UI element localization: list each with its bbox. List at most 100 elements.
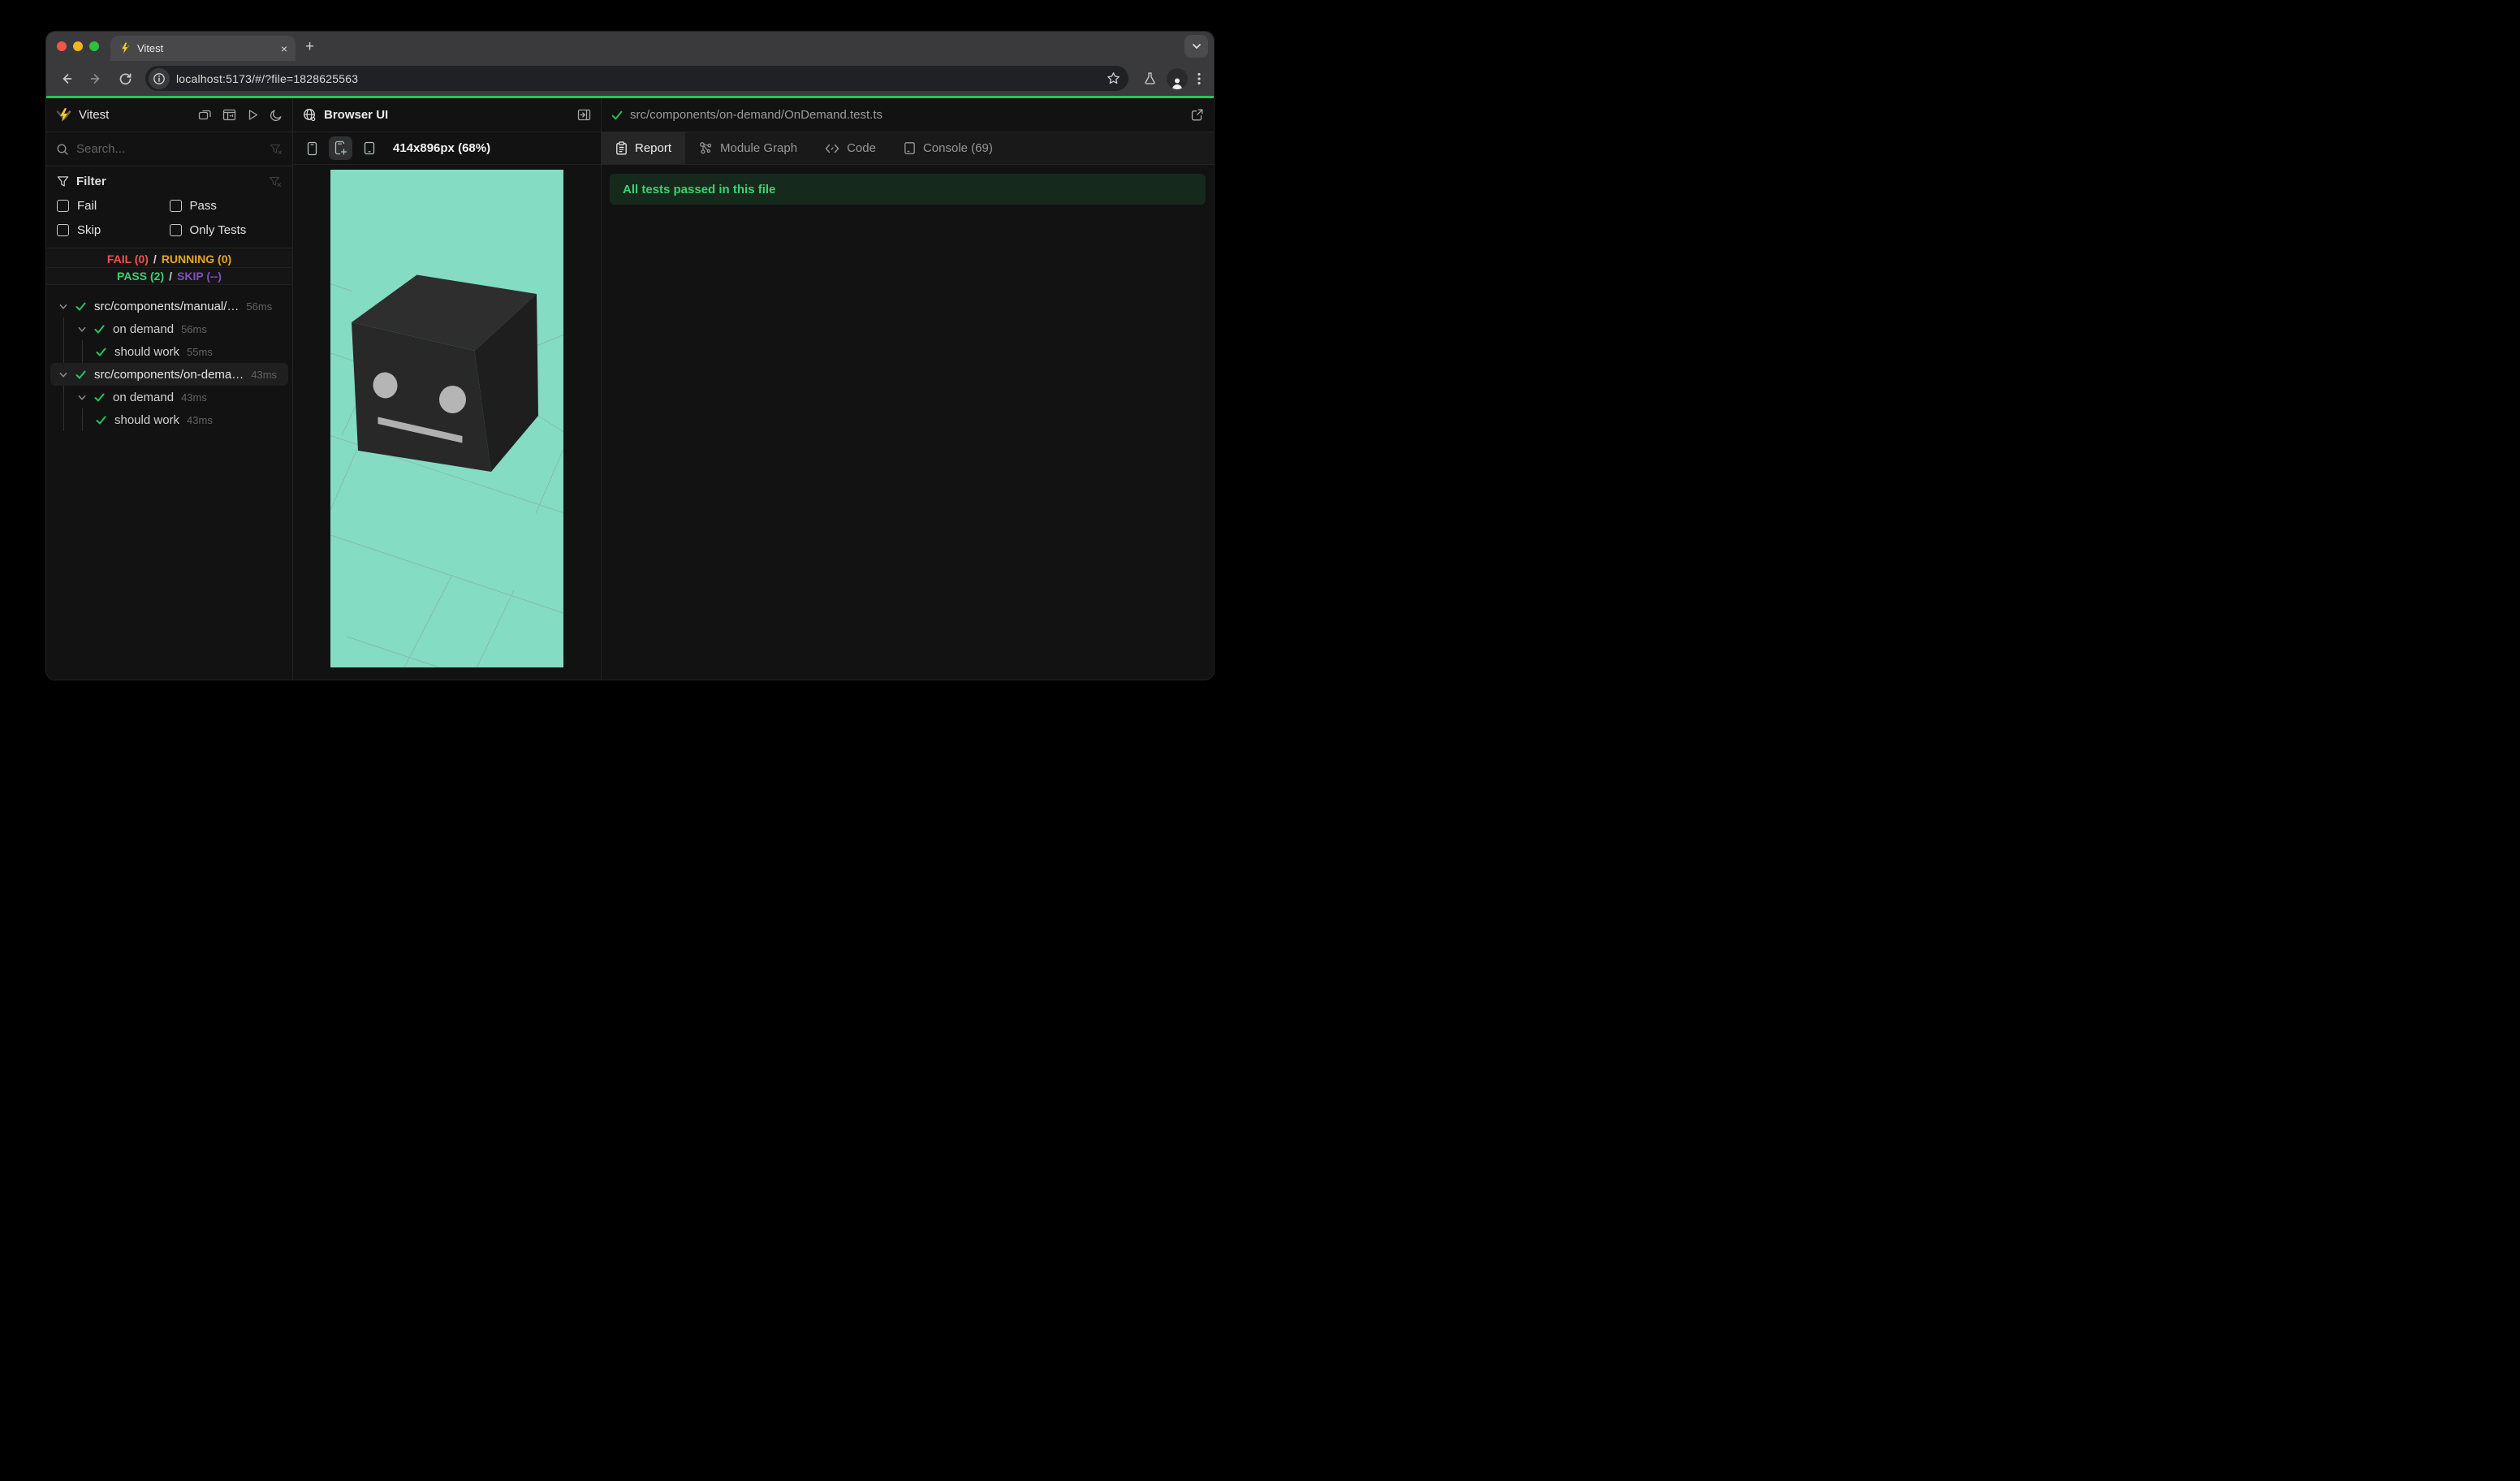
tree-row-test[interactable]: should work 43ms bbox=[50, 408, 288, 431]
suite-name: on demand bbox=[113, 390, 175, 404]
menu-button[interactable] bbox=[1197, 72, 1201, 85]
vitest-favicon bbox=[119, 42, 130, 54]
forward-button[interactable] bbox=[84, 67, 108, 91]
test-tree: src/components/manual/… 56ms on demand 5… bbox=[46, 289, 292, 431]
url-text[interactable]: localhost:5173/#/?file=1828625563 bbox=[176, 72, 1102, 85]
browser-viewport-area bbox=[293, 165, 601, 680]
tab-label: Module Graph bbox=[720, 141, 798, 155]
chevron-down-icon[interactable] bbox=[58, 370, 68, 379]
fail-count: FAIL (0) bbox=[106, 253, 149, 266]
tab-console[interactable]: Console (69) bbox=[890, 132, 1007, 164]
checkbox[interactable] bbox=[169, 200, 182, 212]
filter-checkbox-fail[interactable]: Fail bbox=[57, 199, 170, 213]
separator: / bbox=[169, 270, 172, 283]
filter-checkbox-only-tests[interactable]: Only Tests bbox=[169, 223, 283, 237]
code-icon bbox=[825, 144, 839, 153]
dashboard-button[interactable] bbox=[222, 108, 236, 122]
dock-panel-button[interactable] bbox=[577, 108, 591, 122]
suite-name: on demand bbox=[113, 322, 175, 336]
tree-row-suite[interactable]: on demand 43ms bbox=[50, 386, 288, 408]
browser-window: Vitest × + localhost:5173/#/?file=182862… bbox=[46, 32, 1214, 680]
tree-row-file-selected[interactable]: src/components/on-dema… 43ms bbox=[50, 363, 288, 386]
star-icon bbox=[1107, 72, 1120, 84]
filter-checkbox-skip[interactable]: Skip bbox=[57, 223, 170, 237]
windows-icon bbox=[198, 110, 211, 120]
collapse-windows-button[interactable] bbox=[198, 108, 212, 122]
test-duration: 56ms bbox=[181, 322, 207, 335]
module-graph-icon bbox=[700, 142, 712, 154]
checkbox[interactable] bbox=[57, 200, 69, 212]
device-preset-small-button[interactable] bbox=[300, 136, 324, 160]
all-tests-passed-banner: All tests passed in this file bbox=[610, 174, 1206, 205]
banner-text: All tests passed in this file bbox=[623, 182, 776, 196]
summary-row-2: PASS (2) / SKIP (--) bbox=[46, 268, 292, 285]
new-tab-button[interactable]: + bbox=[305, 38, 314, 56]
check-icon bbox=[94, 393, 105, 401]
bookmark-button[interactable] bbox=[1102, 68, 1124, 89]
checkbox[interactable] bbox=[57, 224, 69, 236]
arrow-left-icon bbox=[63, 73, 72, 84]
console-icon bbox=[904, 142, 915, 154]
chevron-down-icon[interactable] bbox=[77, 393, 87, 402]
report-panel: src/components/on-demand/OnDemand.test.t… bbox=[602, 98, 1214, 680]
skip-count: SKIP (--) bbox=[177, 270, 222, 283]
theme-toggle-button[interactable] bbox=[270, 109, 283, 122]
tree-row-file[interactable]: src/components/manual/… 56ms bbox=[50, 295, 288, 317]
tab-module-graph[interactable]: Module Graph bbox=[685, 132, 811, 164]
chevron-down-icon[interactable] bbox=[77, 325, 87, 334]
browser-ui-header: Browser UI bbox=[293, 98, 601, 132]
app-title: Vitest bbox=[79, 108, 110, 122]
tab-code[interactable]: Code bbox=[811, 132, 890, 164]
reload-button[interactable] bbox=[113, 67, 137, 91]
dashboard-icon bbox=[222, 109, 236, 121]
maximize-window-button[interactable] bbox=[89, 41, 99, 51]
tab-search-button[interactable] bbox=[1184, 35, 1208, 58]
tab-label: Code bbox=[847, 141, 876, 155]
test-duration: 56ms bbox=[246, 300, 273, 313]
clear-filter-icon[interactable] bbox=[269, 175, 282, 188]
tree-row-test[interactable]: should work 55ms bbox=[50, 340, 288, 363]
checkbox-label: Fail bbox=[77, 199, 97, 213]
person-icon bbox=[1172, 78, 1182, 89]
clear-filter-icon[interactable] bbox=[270, 143, 283, 156]
tree-row-suite[interactable]: on demand 56ms bbox=[50, 317, 288, 340]
checkbox-label: Skip bbox=[77, 223, 101, 237]
address-bar[interactable]: localhost:5173/#/?file=1828625563 bbox=[145, 66, 1128, 91]
check-icon bbox=[76, 302, 86, 310]
reload-icon bbox=[119, 73, 131, 85]
device-preset-resizable-button[interactable] bbox=[329, 136, 352, 160]
tab-report[interactable]: Report bbox=[602, 132, 686, 164]
robot-cube bbox=[352, 274, 538, 472]
device-preset-tablet-button[interactable] bbox=[357, 136, 381, 160]
checkbox[interactable] bbox=[169, 224, 182, 236]
tab-title: Vitest bbox=[137, 42, 164, 54]
running-count: RUNNING (0) bbox=[161, 253, 232, 266]
search-input[interactable] bbox=[76, 142, 262, 156]
tested-page-viewport[interactable] bbox=[330, 170, 563, 667]
summary-row-1: FAIL (0) / RUNNING (0) bbox=[46, 251, 292, 268]
arrow-right-icon bbox=[90, 73, 100, 84]
filter-checkbox-pass[interactable]: Pass bbox=[169, 199, 283, 213]
back-button[interactable] bbox=[54, 67, 79, 91]
minimize-window-button[interactable] bbox=[73, 41, 83, 51]
experiments-button[interactable] bbox=[1143, 71, 1157, 85]
3d-cube-scene bbox=[330, 274, 563, 667]
site-info-button[interactable] bbox=[149, 67, 170, 89]
search-icon bbox=[57, 143, 68, 155]
check-icon bbox=[611, 110, 623, 119]
close-window-button[interactable] bbox=[57, 41, 67, 51]
browser-ui-panel: Browser UI 414x896px (68%) bbox=[293, 98, 602, 680]
check-icon bbox=[76, 370, 86, 378]
vitest-app: Vitest Search... Filter Fail Pass Skip O… bbox=[46, 98, 1214, 680]
check-icon bbox=[96, 348, 106, 356]
run-all-button[interactable] bbox=[247, 109, 259, 121]
chevron-down-icon[interactable] bbox=[58, 302, 68, 311]
open-in-editor-button[interactable] bbox=[1190, 108, 1204, 122]
profile-button[interactable] bbox=[1167, 67, 1188, 89]
robot-right-eye bbox=[439, 386, 466, 413]
sidebar-header-actions bbox=[198, 108, 283, 122]
close-tab-icon[interactable]: × bbox=[281, 43, 287, 54]
external-link-icon bbox=[1191, 109, 1203, 121]
browser-tab-vitest[interactable]: Vitest × bbox=[110, 36, 296, 61]
test-file-name: src/components/on-dema… bbox=[94, 367, 244, 382]
